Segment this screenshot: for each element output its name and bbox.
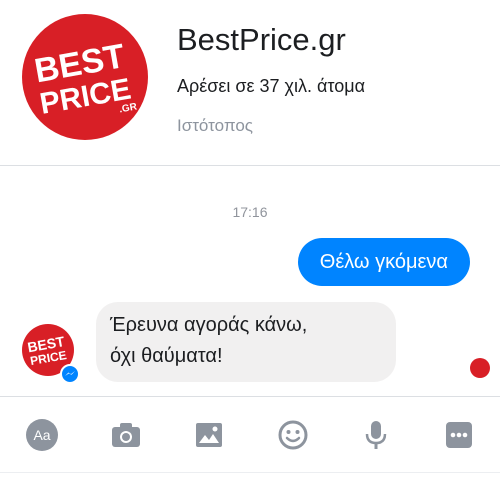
message-timestamp: 17:16 bbox=[232, 204, 268, 220]
incoming-message-line-2: όχι θαύματα! bbox=[110, 345, 223, 367]
messenger-badge-icon bbox=[60, 364, 80, 384]
text-format-icon[interactable]: Aa bbox=[24, 417, 60, 453]
seen-indicator-avatar bbox=[470, 358, 490, 378]
microphone-icon[interactable] bbox=[358, 417, 394, 453]
text-format-label: Aa bbox=[33, 427, 50, 443]
gallery-icon[interactable] bbox=[191, 417, 227, 453]
page-header-card: BEST PRICE .GR BestPrice.gr Αρέσει σε 37… bbox=[0, 0, 500, 166]
incoming-message-bubble[interactable]: Έρευνα αγοράς κάνω, όχι θαύματα! bbox=[96, 302, 396, 382]
emoji-icon[interactable] bbox=[275, 417, 311, 453]
logo-text-suffix: .GR bbox=[118, 101, 138, 115]
message-input-strip[interactable] bbox=[0, 472, 500, 501]
more-icon[interactable] bbox=[441, 417, 477, 453]
outgoing-message-bubble[interactable]: Θέλω γκόμενα bbox=[297, 238, 470, 286]
camera-icon[interactable] bbox=[108, 417, 144, 453]
page-category: Ιστότοπος bbox=[177, 116, 253, 135]
page-name[interactable]: BestPrice.gr bbox=[177, 22, 346, 58]
message-thread: 17:16 Θέλω γκόμενα BEST PRICE Έρευνα αγο… bbox=[0, 166, 500, 396]
incoming-message-line-1: Έρευνα αγοράς κάνω, bbox=[110, 314, 308, 336]
bestprice-logo[interactable]: BEST PRICE .GR bbox=[22, 14, 148, 140]
page-likes: Αρέσει σε 37 χιλ. άτομα bbox=[177, 76, 366, 96]
composer-toolbar: Aa bbox=[0, 396, 500, 472]
